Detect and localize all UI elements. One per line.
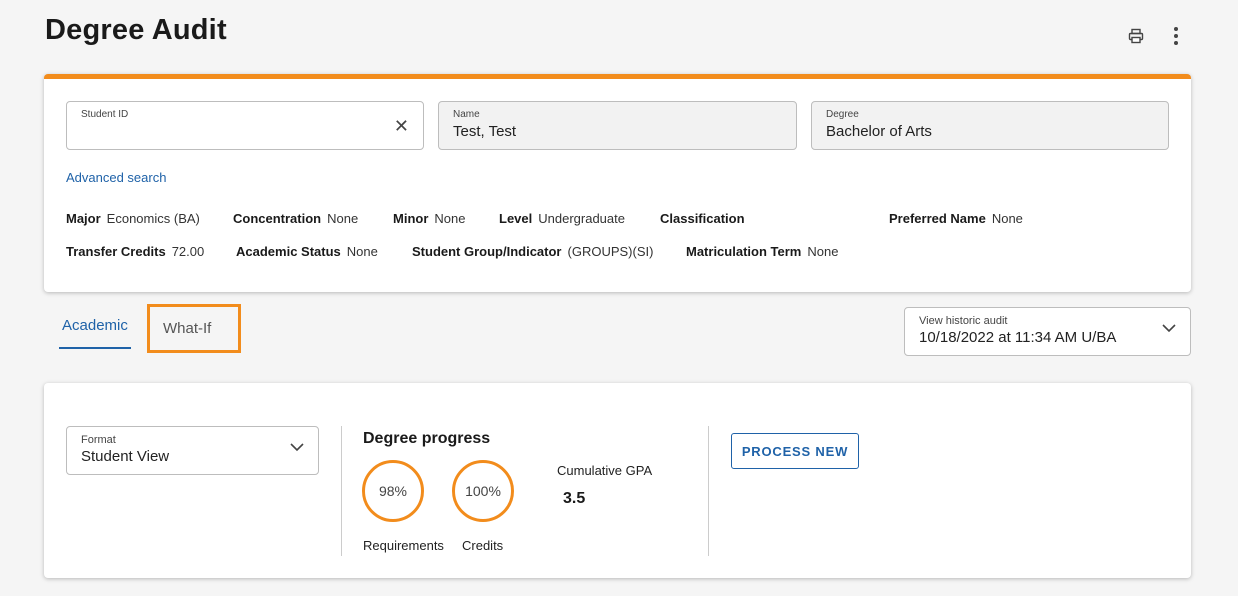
tab-academic[interactable]: Academic	[59, 304, 131, 349]
tab-what-if[interactable]: What-If	[147, 304, 241, 353]
format-label: Format	[81, 434, 116, 446]
info-minor: Minor None	[393, 211, 466, 226]
credits-progress-ring: 100%	[452, 460, 514, 522]
name-value: Test, Test	[453, 123, 517, 140]
cumulative-gpa-value: 3.5	[563, 490, 586, 507]
name-field: Name Test, Test	[438, 101, 797, 150]
name-label: Name	[453, 109, 480, 120]
chevron-down-icon	[1162, 324, 1176, 333]
student-id-field[interactable]: Student ID ✕	[66, 101, 424, 150]
requirements-label: Requirements	[363, 538, 444, 553]
more-vertical-icon[interactable]	[1166, 24, 1186, 48]
degree-progress-title: Degree progress	[363, 430, 491, 447]
degree-value: Bachelor of Arts	[826, 123, 932, 140]
top-actions	[1126, 24, 1186, 48]
info-transfer-credits: Transfer Credits 72.00	[66, 244, 205, 259]
historic-audit-label: View historic audit	[919, 315, 1008, 327]
info-level: Level Undergraduate	[499, 211, 625, 226]
info-concentration: Concentration None	[233, 211, 359, 226]
format-select[interactable]: Format Student View	[66, 426, 319, 475]
info-academic-status: Academic Status None	[236, 244, 378, 259]
cumulative-gpa-label: Cumulative GPA	[557, 463, 653, 478]
info-preferred-name: Preferred Name None	[889, 211, 1023, 226]
degree-field: Degree Bachelor of Arts	[811, 101, 1169, 150]
process-new-button[interactable]: PROCESS NEW	[731, 433, 859, 469]
info-matriculation-term: Matriculation Term None	[686, 244, 839, 259]
student-id-label: Student ID	[81, 109, 129, 120]
advanced-search-link[interactable]: Advanced search	[66, 170, 166, 185]
divider	[708, 426, 709, 556]
clear-icon[interactable]: ✕	[394, 116, 409, 137]
student-info-card: Student ID ✕ Name Test, Test Degree Bach…	[44, 74, 1191, 292]
format-value: Student View	[81, 448, 170, 465]
historic-audit-select[interactable]: View historic audit 10/18/2022 at 11:34 …	[904, 307, 1191, 356]
historic-audit-value: 10/18/2022 at 11:34 AM U/BA	[919, 329, 1117, 346]
degree-label: Degree	[826, 109, 859, 120]
degree-progress-card: Format Student View Degree progress 98% …	[44, 383, 1191, 578]
info-student-group: Student Group/Indicator (GROUPS)(SI)	[412, 244, 654, 259]
credits-label: Credits	[462, 538, 504, 553]
info-classification: Classification	[660, 211, 745, 226]
requirements-progress-ring: 98%	[362, 460, 424, 522]
print-icon[interactable]	[1126, 24, 1146, 48]
chevron-down-icon	[290, 443, 304, 452]
page-title: Degree Audit	[45, 14, 227, 46]
divider	[341, 426, 342, 556]
info-major: Major Economics (BA)	[66, 211, 200, 226]
